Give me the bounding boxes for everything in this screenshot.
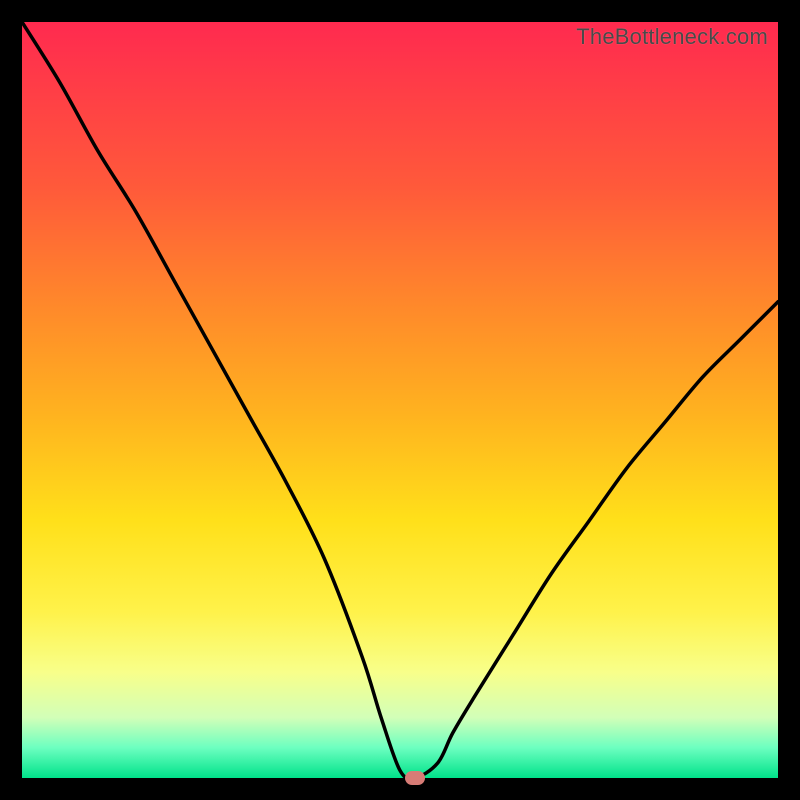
chart-plot-area: TheBottleneck.com — [22, 22, 778, 778]
optimal-point-marker — [405, 771, 425, 785]
chart-frame: TheBottleneck.com — [0, 0, 800, 800]
bottleneck-curve — [22, 22, 778, 778]
